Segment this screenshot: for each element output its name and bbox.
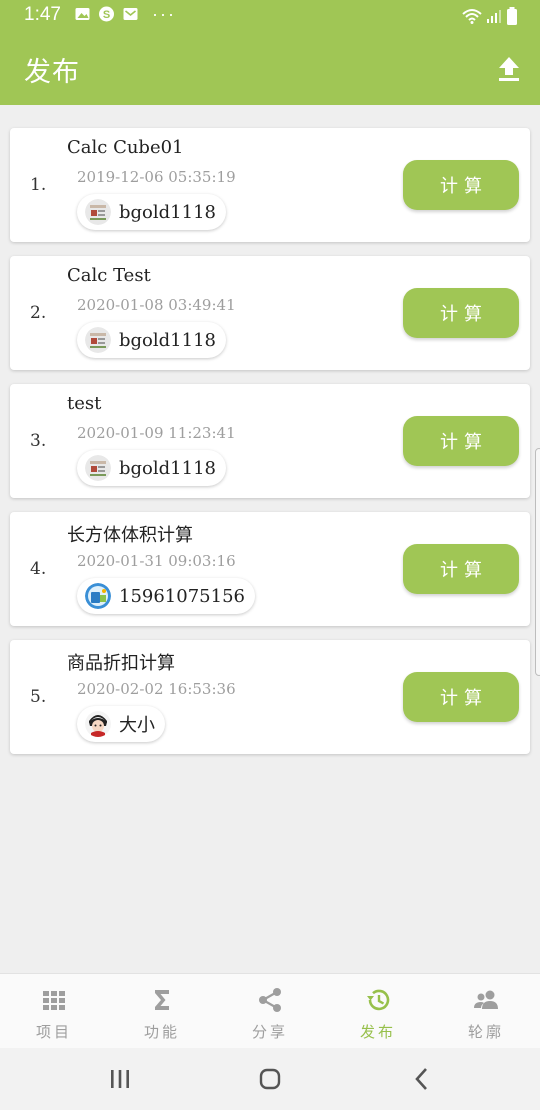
tab-publish[interactable]: 发布 <box>324 974 432 1048</box>
tab-profile[interactable]: 轮廓 <box>432 974 540 1048</box>
status-notification-icons: S ··· <box>74 4 176 24</box>
author-chip[interactable]: bgold1118 <box>77 450 226 486</box>
tab-label: 项目 <box>35 1023 72 1041</box>
tab-label: 分享 <box>251 1023 288 1041</box>
app-bar: 发布 <box>0 32 540 105</box>
home-icon[interactable] <box>255 1065 285 1093</box>
history-icon <box>367 989 390 1011</box>
bottom-nav: 项目 功能 分享 发布 轮廓 <box>0 973 540 1048</box>
back-icon[interactable] <box>407 1065 437 1093</box>
system-nav-bar <box>0 1048 540 1110</box>
list-item[interactable]: 3. test 2020-01-09 11:23:41 bgold1118 计算 <box>10 384 530 498</box>
battery-icon <box>507 7 517 25</box>
calculate-button[interactable]: 计算 <box>403 416 519 466</box>
tab-share[interactable]: 分享 <box>216 974 324 1048</box>
item-title: Calc Test <box>67 265 151 286</box>
item-timestamp: 2020-02-02 16:53:36 <box>77 680 236 698</box>
mail-icon <box>123 8 138 20</box>
author-chip[interactable]: 大小 <box>77 706 165 742</box>
item-timestamp: 2020-01-09 11:23:41 <box>77 424 236 442</box>
wifi-icon <box>462 9 482 24</box>
author-chip[interactable]: bgold1118 <box>77 322 226 358</box>
author-chip[interactable]: 15961075156 <box>77 578 255 614</box>
page-title: 发布 <box>24 57 80 88</box>
avatar <box>85 327 111 353</box>
item-timestamp: 2019-12-06 05:35:19 <box>77 168 236 186</box>
avatar <box>85 455 111 481</box>
list-item[interactable]: 2. Calc Test 2020-01-08 03:49:41 bgold11… <box>10 256 530 370</box>
calculate-button[interactable]: 计算 <box>403 672 519 722</box>
recent-apps-icon[interactable] <box>105 1065 135 1093</box>
avatar <box>85 583 111 609</box>
item-index: 3. <box>30 431 47 451</box>
people-icon <box>474 990 498 1009</box>
item-title: test <box>67 393 102 414</box>
item-index: 1. <box>30 175 47 195</box>
list-item[interactable]: 5. 商品折扣计算 2020-02-02 16:53:36 大小 计算 <box>10 640 530 754</box>
calculate-button[interactable]: 计算 <box>403 544 519 594</box>
avatar <box>85 711 111 737</box>
item-title: 商品折扣计算 <box>67 653 175 674</box>
sigma-icon <box>155 990 169 1010</box>
author-name: bgold1118 <box>119 329 216 351</box>
tab-label: 发布 <box>359 1023 396 1041</box>
list-item[interactable]: 1. Calc Cube01 2019-12-06 05:35:19 bgold… <box>10 128 530 242</box>
item-index: 2. <box>30 303 47 323</box>
tab-label: 轮廓 <box>467 1023 504 1041</box>
svg-text:S: S <box>103 9 110 21</box>
status-bar: 1:47 S ··· <box>0 0 540 32</box>
item-index: 5. <box>30 687 47 707</box>
calculate-button[interactable]: 计算 <box>403 160 519 210</box>
tab-projects[interactable]: 项目 <box>0 974 108 1048</box>
status-system-icons <box>462 7 518 25</box>
edge-scroll-handle[interactable] <box>535 448 540 676</box>
share-icon <box>259 988 281 1012</box>
author-chip[interactable]: bgold1118 <box>77 194 226 230</box>
author-name: bgold1118 <box>119 201 216 223</box>
item-timestamp: 2020-01-08 03:49:41 <box>77 296 236 314</box>
author-name: bgold1118 <box>119 457 216 479</box>
item-timestamp: 2020-01-31 09:03:16 <box>77 552 236 570</box>
status-time: 1:47 <box>24 4 61 25</box>
upload-icon[interactable] <box>492 52 526 86</box>
list-item[interactable]: 4. 长方体体积计算 2020-01-31 09:03:16 159610751… <box>10 512 530 626</box>
image-icon <box>75 8 90 20</box>
item-title: 长方体体积计算 <box>67 525 193 546</box>
avatar <box>85 199 111 225</box>
skype-icon: S <box>99 6 114 22</box>
published-list: 1. Calc Cube01 2019-12-06 05:35:19 bgold… <box>10 128 530 768</box>
grid-icon <box>43 991 65 1010</box>
calculate-button[interactable]: 计算 <box>403 288 519 338</box>
tab-label: 功能 <box>143 1023 180 1041</box>
author-name: 大小 <box>119 715 155 736</box>
item-title: Calc Cube01 <box>67 137 184 158</box>
tab-functions[interactable]: 功能 <box>108 974 216 1048</box>
signal-icon <box>487 10 501 23</box>
status-more-dots: ··· <box>152 4 176 24</box>
item-index: 4. <box>30 559 47 579</box>
author-name: 15961075156 <box>119 585 245 607</box>
